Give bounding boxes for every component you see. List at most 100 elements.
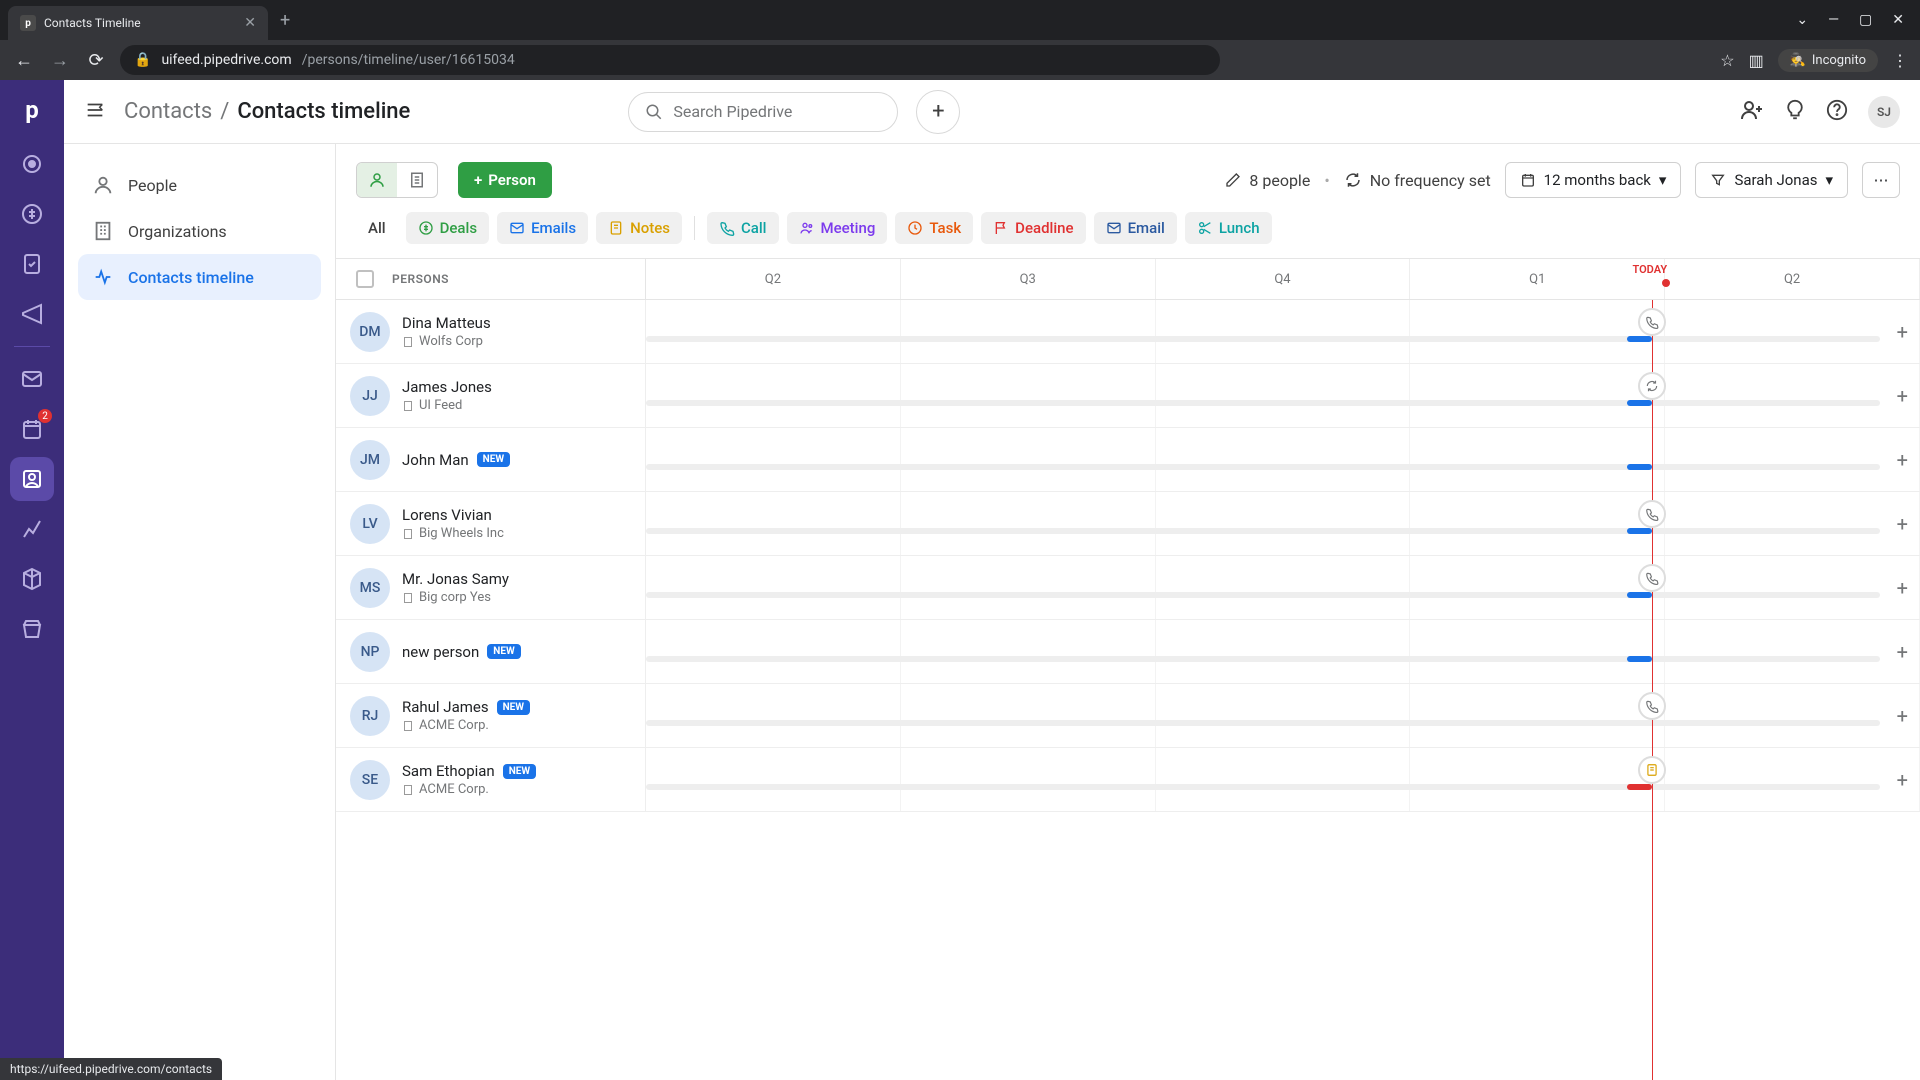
person-name[interactable]: Dina Matteus [402,314,491,332]
rail-products[interactable] [10,557,54,601]
browser-tab[interactable]: p Contacts Timeline ✕ [8,6,268,40]
rail-contacts[interactable] [10,457,54,501]
rail-leads[interactable] [10,142,54,186]
view-org-button[interactable] [397,163,437,197]
person-row[interactable]: SE Sam Ethopian NEW ACME Corp. + [336,748,1920,812]
add-activity-button[interactable]: + [1897,640,1908,664]
filter-call[interactable]: Call [707,212,779,244]
add-activity-button[interactable]: + [1897,384,1908,408]
help-icon[interactable] [1826,99,1848,125]
filter-task[interactable]: Task [895,212,973,244]
persons-header: PERSONS [392,272,449,286]
range-button[interactable]: 12 months back ▾ [1505,162,1682,198]
add-button[interactable]: + [916,90,960,134]
add-activity-button[interactable]: + [1897,320,1908,344]
add-person-label: Person [488,171,536,189]
rail-insights[interactable] [10,507,54,551]
address-bar[interactable]: 🔒 uifeed.pipedrive.com/persons/timeline/… [120,45,1220,75]
add-activity-button[interactable]: + [1897,448,1908,472]
add-activity-button[interactable]: + [1897,576,1908,600]
tab-title: Contacts Timeline [44,16,236,30]
incognito-label: Incognito [1812,53,1866,68]
sidebar-item-timeline[interactable]: Contacts timeline [78,254,321,300]
user-avatar[interactable]: SJ [1868,96,1900,128]
person-org: UI Feed [402,398,492,413]
filter-email[interactable]: Email [1094,212,1177,244]
person-name[interactable]: new person NEW [402,643,521,661]
filter-icon [1710,172,1726,188]
invite-icon[interactable] [1740,98,1764,126]
person-name[interactable]: Mr. Jonas Samy [402,570,509,588]
minimize-icon[interactable]: — [1828,12,1839,28]
close-window-icon[interactable]: ✕ [1892,12,1904,28]
chevron-down-icon[interactable]: ⌄ [1796,12,1808,28]
breadcrumb: Contacts / Contacts timeline [124,99,410,124]
person-name[interactable]: Rahul James NEW [402,698,530,716]
bookmark-icon[interactable]: ☆ [1720,51,1734,70]
view-person-button[interactable] [357,163,397,197]
avatar: JM [350,440,390,480]
filter-all[interactable]: All [356,212,398,244]
person-org: ACME Corp. [402,782,536,797]
people-count[interactable]: 8 people [1225,171,1310,190]
rail-campaigns[interactable] [10,292,54,336]
filter-deals[interactable]: Deals [406,212,489,244]
rail-mail[interactable] [10,357,54,401]
avatar: LV [350,504,390,544]
topbar: Contacts / Contacts timeline Search Pipe… [64,80,1920,144]
building-icon [402,528,414,540]
rail-marketplace[interactable] [10,607,54,651]
frequency-button[interactable]: No frequency set [1344,171,1491,190]
add-activity-button[interactable]: + [1897,512,1908,536]
sidebar-item-organizations[interactable]: Organizations [78,208,321,254]
filter-notes[interactable]: Notes [596,212,682,244]
tips-icon[interactable] [1784,99,1806,125]
breadcrumb-root[interactable]: Contacts [124,99,212,124]
browser-menu-icon[interactable]: ⋮ [1892,51,1908,70]
add-activity-button[interactable]: + [1897,704,1908,728]
quarter-header: Q4 [1156,259,1411,299]
filter-lunch[interactable]: Lunch [1185,212,1272,244]
filter-deadline[interactable]: Deadline [981,212,1085,244]
person-org: ACME Corp. [402,718,530,733]
rail-deals[interactable] [10,192,54,236]
avatar: DM [350,312,390,352]
person-name[interactable]: John Man NEW [402,451,510,469]
quarter-header: Q1 [1410,259,1665,299]
forward-button[interactable]: → [48,50,72,71]
close-tab-icon[interactable]: ✕ [244,15,256,31]
extensions-icon[interactable]: ▥ [1749,51,1764,70]
maximize-icon[interactable]: ▢ [1859,12,1872,28]
person-row[interactable]: JM John Man NEW + [336,428,1920,492]
owner-filter-button[interactable]: Sarah Jonas ▾ [1695,162,1848,198]
person-row[interactable]: NP new person NEW + [336,620,1920,684]
back-button[interactable]: ← [12,50,36,71]
more-button[interactable]: ⋯ [1862,162,1900,198]
person-name[interactable]: Sam Ethopian NEW [402,762,536,780]
person-row[interactable]: MS Mr. Jonas Samy Big corp Yes + [336,556,1920,620]
person-row[interactable]: DM Dina Matteus Wolfs Corp + [336,300,1920,364]
incognito-badge[interactable]: 🕵 Incognito [1778,49,1878,72]
mail-icon [1106,220,1122,236]
frequency-label: No frequency set [1370,171,1491,190]
rail-projects[interactable] [10,242,54,286]
menu-toggle-icon[interactable] [84,99,106,125]
select-all-checkbox[interactable] [356,270,374,288]
person-name[interactable]: Lorens Vivian [402,506,504,524]
sidebar-item-label: Contacts timeline [128,268,254,287]
reload-button[interactable]: ⟳ [84,50,108,71]
filter-meeting[interactable]: Meeting [787,212,888,244]
rail-activities[interactable]: 2 [10,407,54,451]
sidebar-item-people[interactable]: People [78,162,321,208]
person-org: Big Wheels Inc [402,526,504,541]
app-logo[interactable]: p [16,94,48,126]
search-input[interactable]: Search Pipedrive [628,92,898,132]
person-row[interactable]: RJ Rahul James NEW ACME Corp. + [336,684,1920,748]
new-tab-button[interactable]: + [280,10,290,31]
person-row[interactable]: LV Lorens Vivian Big Wheels Inc + [336,492,1920,556]
person-name[interactable]: James Jones [402,378,492,396]
filter-emails[interactable]: Emails [497,212,588,244]
add-person-button[interactable]: + Person [458,162,552,198]
add-activity-button[interactable]: + [1897,768,1908,792]
person-row[interactable]: JJ James Jones UI Feed + [336,364,1920,428]
